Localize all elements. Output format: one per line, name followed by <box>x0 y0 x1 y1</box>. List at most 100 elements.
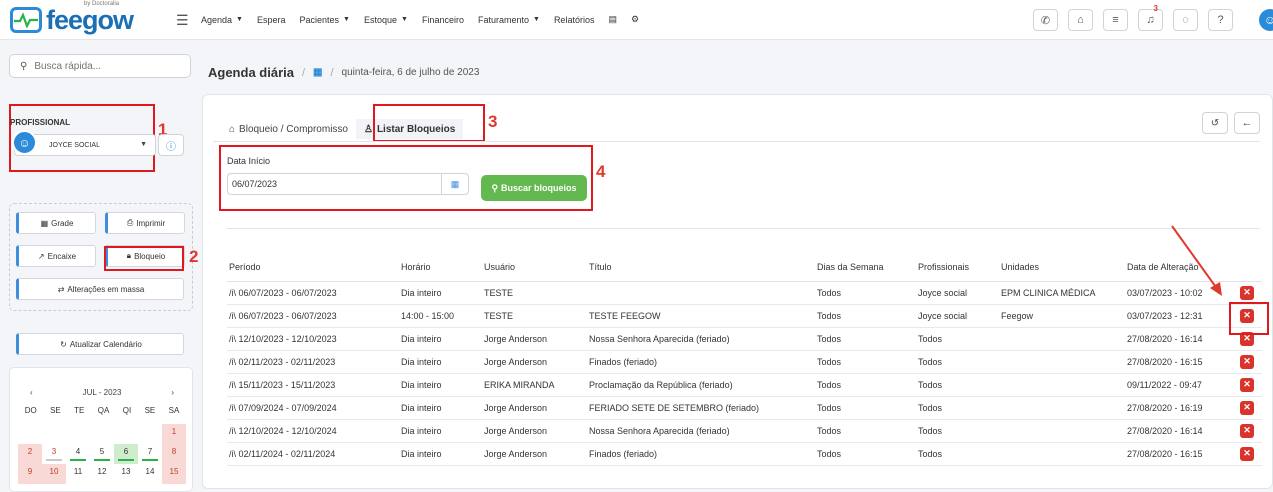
database-icon[interactable]: ▤ <box>608 14 617 25</box>
table-row[interactable]: /i\ 02/11/2024 - 02/11/2024 Dia inteiro Jo… <box>227 442 1262 466</box>
chevron-down-icon: ▼ <box>533 16 540 23</box>
help-icon[interactable]: ? <box>1208 9 1233 31</box>
cell-unidades: Feegow <box>999 304 1125 328</box>
alteracoes-em-massa-button[interactable]: ⇄ Alterações em massa <box>16 278 184 300</box>
nav-relatorios[interactable]: Relatórios <box>554 14 595 25</box>
bell-icon[interactable]: ♫ 3 <box>1138 4 1163 31</box>
back-arrow-icon[interactable]: ← <box>1234 112 1260 134</box>
nav-financeiro[interactable]: Financeiro <box>422 14 464 25</box>
nav-espera[interactable]: Espera <box>257 14 286 25</box>
calendar-day[interactable]: 1 <box>162 424 186 444</box>
cell-horario: Dia inteiro <box>399 442 482 466</box>
cell-actions: ✕ <box>1238 281 1262 305</box>
history-icon[interactable]: ↺ <box>1202 112 1228 134</box>
phone-icon[interactable]: ✆ <box>1033 9 1058 31</box>
calendar-day[interactable]: 8 <box>162 444 186 464</box>
cell-text: Todos <box>817 425 842 436</box>
logo[interactable]: by Doctoralia feegow <box>10 1 134 36</box>
calendar-day[interactable]: 15 <box>162 464 186 484</box>
next-month-icon[interactable]: › <box>171 388 174 397</box>
cell-actions: ✕ <box>1238 419 1262 443</box>
cell-horario: 14:00 - 15:00 <box>399 304 482 328</box>
col-periodo: Período <box>227 253 399 282</box>
calendar-picker-icon[interactable]: ▦ <box>441 173 469 195</box>
cell-text: Joyce social <box>918 310 968 321</box>
quick-search[interactable]: ⚲ <box>9 54 191 78</box>
calendar-day[interactable]: 11 <box>66 464 90 484</box>
cell-usuario: TESTE <box>482 281 587 305</box>
calendar-day[interactable]: 14 <box>138 464 162 484</box>
calendar-day[interactable]: 3 <box>42 444 66 464</box>
logo-text: by Doctoralia feegow <box>46 1 134 36</box>
calendar-day[interactable]: 7 <box>138 444 162 464</box>
nav-agenda[interactable]: Agenda ▼ <box>201 14 243 25</box>
calendar-day[interactable]: 12 <box>90 464 114 484</box>
calendar-day[interactable]: 2 <box>18 444 42 464</box>
calendar-day[interactable]: 10 <box>42 464 66 484</box>
delete-icon[interactable]: ✕ <box>1240 446 1254 461</box>
info-icon[interactable]: ⓘ <box>158 134 184 156</box>
atualizar-calendario-button[interactable]: ↻ Atualizar Calendário <box>16 333 184 355</box>
data-inicio-input[interactable] <box>227 173 441 195</box>
cell-data-alteracao: 27/08/2020 - 16:14 <box>1125 419 1238 443</box>
hamburger-icon[interactable]: ☰ <box>176 12 189 29</box>
cell-dias-semana: Todos <box>815 350 916 374</box>
lock-icon: ⌂ <box>229 123 236 135</box>
tab-bloqueio-compromisso[interactable]: ⌂ Bloqueio / Compromisso <box>221 119 356 139</box>
table-row[interactable]: /i\ 15/11/2023 - 15/11/2023 Dia inteiro ER… <box>227 373 1262 397</box>
user-avatar[interactable]: ☺ <box>1259 9 1273 31</box>
encaixe-button[interactable]: ↗ Encaixe <box>16 245 96 267</box>
cell-text: Proclamação da República (feriado) <box>589 379 733 390</box>
cell-profissionais: Todos <box>916 373 999 397</box>
delete-icon[interactable]: ✕ <box>1240 354 1254 369</box>
delete-icon[interactable]: ✕ <box>1240 377 1254 392</box>
cell-text: 03/07/2023 - 12:31 <box>1127 310 1203 321</box>
imprimir-button[interactable]: ⎙ Imprimir <box>105 212 185 234</box>
calendar-day[interactable]: 4 <box>66 444 90 464</box>
nav-estoque[interactable]: Estoque ▼ <box>364 14 408 25</box>
cell-data-alteracao: 27/08/2020 - 16:15 <box>1125 442 1238 466</box>
swap-icon: ⇄ <box>57 284 65 294</box>
table-row[interactable]: /i\ 12/10/2023 - 12/10/2023 Dia inteiro Jo… <box>227 327 1262 351</box>
calendar-day[interactable]: 13 <box>114 464 138 484</box>
cell-text: Finados (feriado) <box>589 356 658 367</box>
prev-month-icon[interactable]: ‹ <box>30 388 33 397</box>
grade-button[interactable]: ▦ Grade <box>16 212 96 234</box>
calendar-day[interactable]: 9 <box>18 464 42 484</box>
delete-icon[interactable]: ✕ <box>1240 423 1254 438</box>
delete-icon[interactable]: ✕ <box>1240 400 1254 415</box>
printer-icon: ⎙ <box>126 218 134 227</box>
notification-badge: 3 <box>1153 4 1158 13</box>
list-icon[interactable]: ≡ <box>1103 9 1128 31</box>
table-row[interactable]: /i\ 06/07/2023 - 06/07/2023 14:00 - 15:00… <box>227 304 1262 328</box>
delete-icon[interactable]: ✕ <box>1240 285 1254 300</box>
inbox-icon[interactable]: ⌂ <box>1068 9 1093 31</box>
cell-text: EPM CLINICA MÉDICA <box>1001 287 1096 298</box>
nav-faturamento[interactable]: Faturamento ▼ <box>478 14 540 25</box>
annotation-number-4: 4 <box>596 162 606 181</box>
nav-pacientes[interactable]: Pacientes ▼ <box>300 14 350 25</box>
search-input[interactable] <box>34 60 175 72</box>
calendar-day[interactable]: 5 <box>90 444 114 464</box>
imprimir-label: Imprimir <box>136 218 166 228</box>
gear-icon[interactable]: ⚙ <box>631 14 639 25</box>
table-row[interactable]: /i\ 06/07/2023 - 06/07/2023 Dia inteiro TE… <box>227 281 1262 305</box>
calendar-icon: ▦ <box>313 67 323 78</box>
cell-text: 15/11/2023 - 15/11/2023 <box>238 379 336 390</box>
table-row[interactable]: /i\ 07/09/2024 - 07/09/2024 Dia inteiro Jo… <box>227 396 1262 420</box>
cell-actions: ✕ <box>1238 350 1262 374</box>
weekday: TE <box>74 406 85 415</box>
brand-name: feegow <box>46 4 134 35</box>
breadcrumb-separator: / <box>330 66 334 79</box>
cell-usuario: Jorge Anderson <box>482 350 587 374</box>
main-nav: Agenda ▼ Espera Pacientes ▼ Estoque ▼ Finan… <box>201 14 639 25</box>
breadcrumb-date: quinta-feira, 6 de julho de 2023 <box>341 67 480 78</box>
buscar-bloqueios-button[interactable]: ⚲ Buscar bloqueios <box>481 175 587 201</box>
table-row[interactable]: /i\ 12/10/2024 - 12/10/2024 Dia inteiro Jo… <box>227 419 1262 443</box>
cell-text: Joyce social <box>918 287 968 298</box>
chat-icon[interactable]: ◌ <box>1173 9 1198 31</box>
table-row[interactable]: /i\ 02/11/2023 - 02/11/2023 Dia inteiro Jo… <box>227 350 1262 374</box>
cell-text: Todos <box>918 425 943 436</box>
calendar-day-selected[interactable]: 6 <box>114 444 138 464</box>
top-bar: by Doctoralia feegow ☰ Agenda ▼ Espera Pa… <box>0 0 1273 40</box>
